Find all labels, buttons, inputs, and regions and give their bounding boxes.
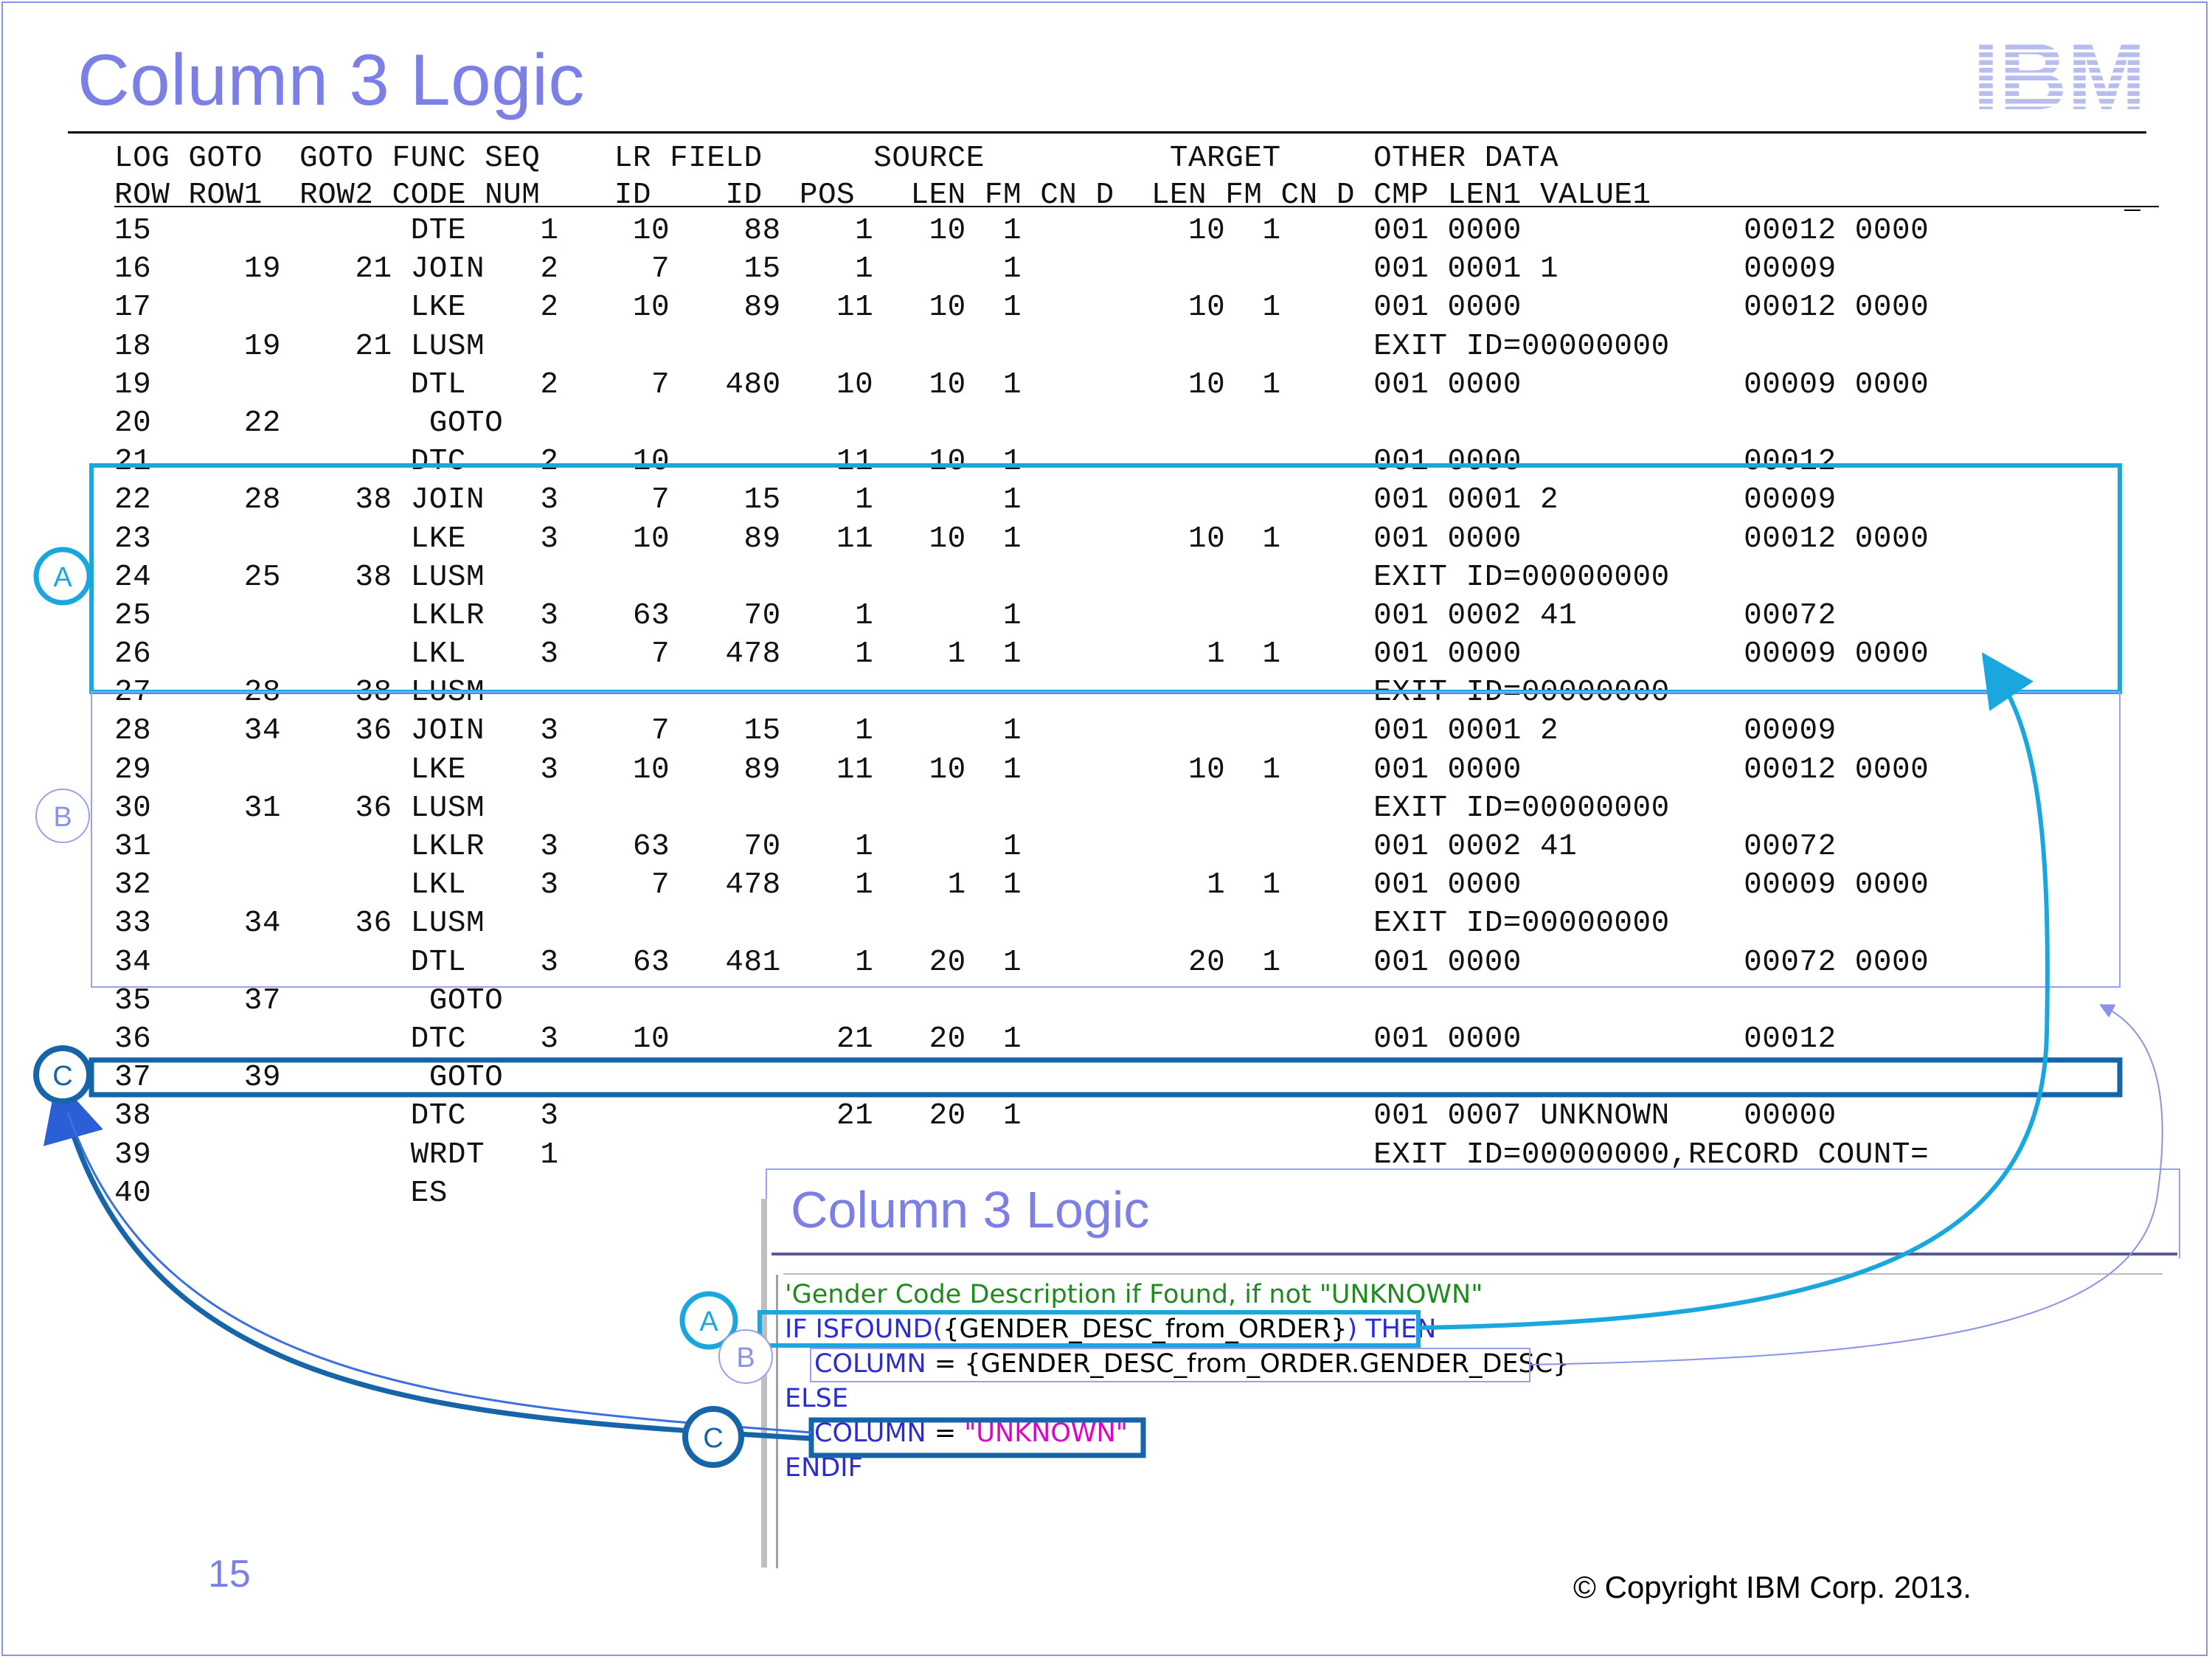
highlight-box-a xyxy=(89,463,2122,694)
code-box-a xyxy=(757,1310,1421,1348)
callout-a-code-label: A xyxy=(699,1306,718,1337)
callout-a-left-label: A xyxy=(53,562,72,593)
arrow-c xyxy=(43,1078,812,1441)
code-box-b xyxy=(810,1348,1530,1382)
highlight-box-c xyxy=(89,1057,2123,1098)
highlight-box-b xyxy=(91,691,2121,988)
callout-b-left-label: B xyxy=(53,802,72,833)
arrow-a xyxy=(1418,652,2050,1330)
callout-c-left-label: C xyxy=(52,1061,72,1092)
slide: Column 3 Logic IBM LOG GOTO GOTO FUNC SE… xyxy=(0,0,2212,1659)
annotation-overlay: A B C A B C xyxy=(33,463,2163,1468)
arrow-c-highlight xyxy=(66,1112,812,1434)
callout-b-code-label: B xyxy=(736,1343,755,1374)
callout-c-code-label: C xyxy=(703,1423,723,1454)
code-box-c xyxy=(808,1417,1146,1458)
